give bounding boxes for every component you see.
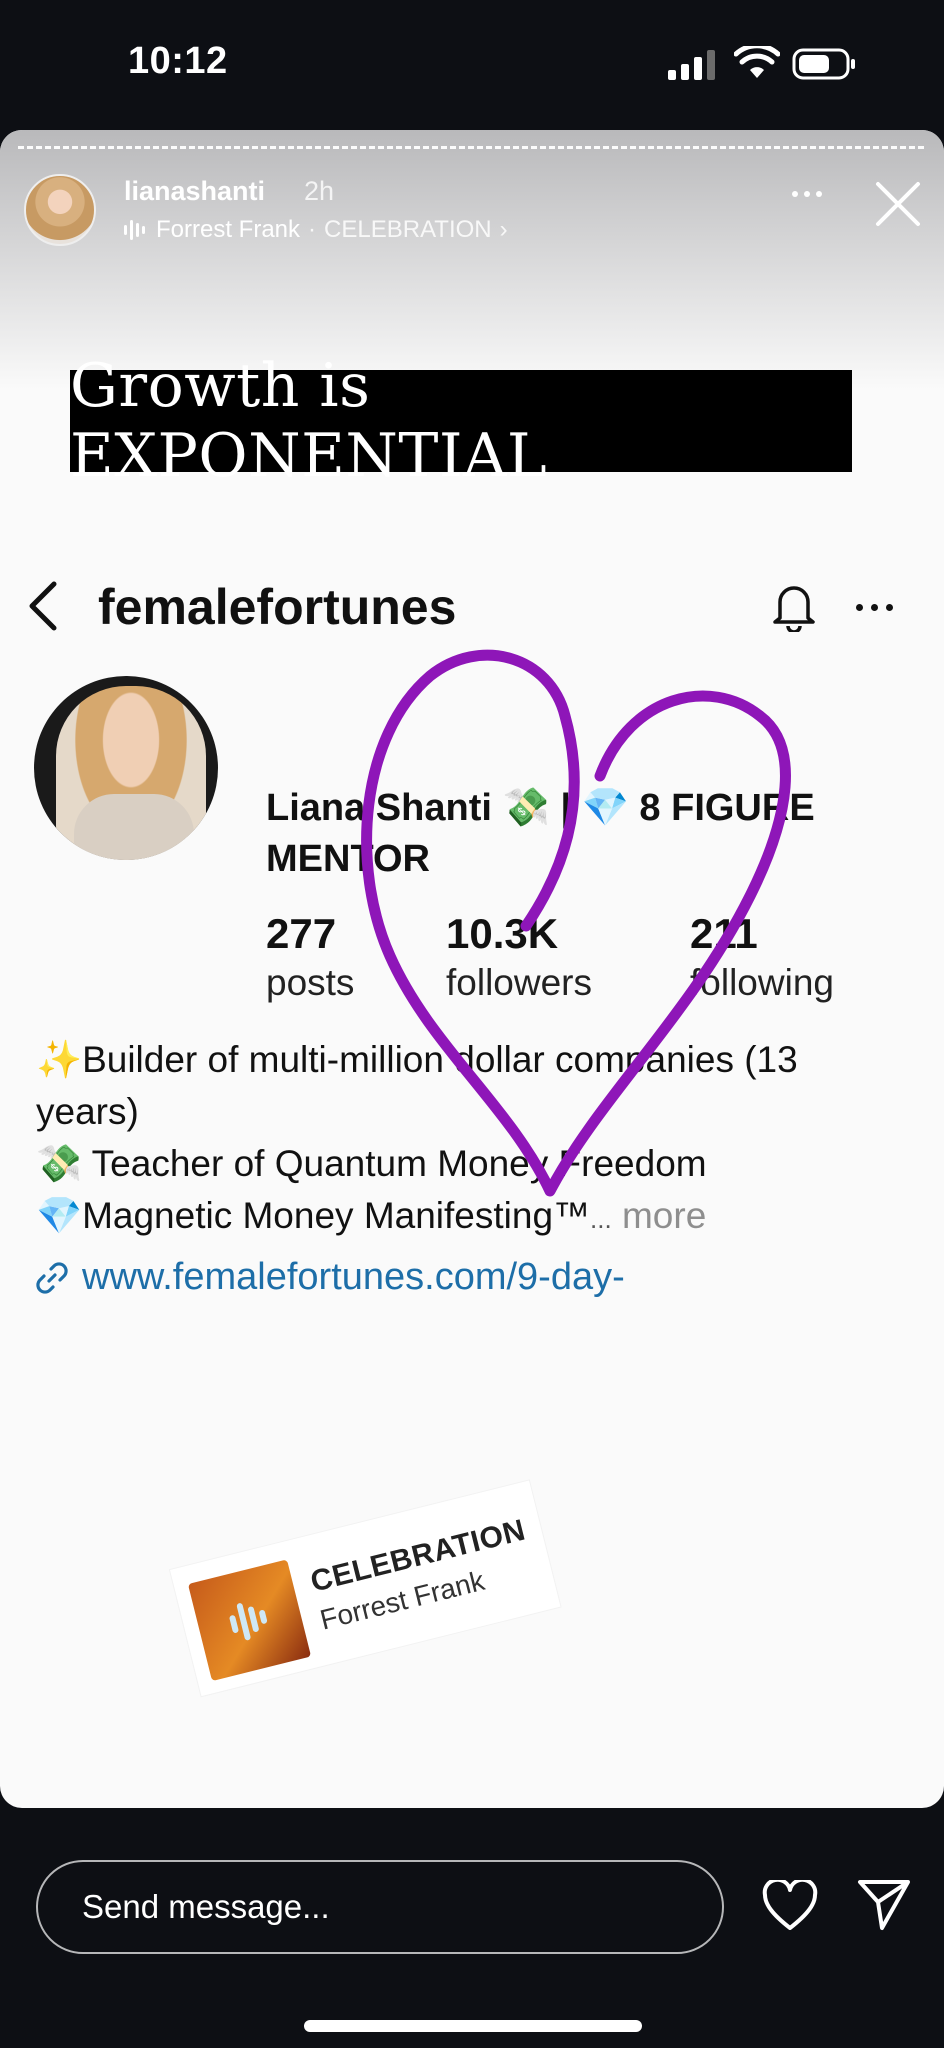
album-art — [187, 1559, 312, 1682]
send-icon[interactable] — [856, 1876, 912, 1932]
headline-text: Growth is EXPONENTIAL — [70, 351, 852, 491]
story-music-attribution[interactable]: Forrest Frank · CELEBRATION › — [124, 216, 508, 244]
story-header: lianashanti 2h Forrest Frank · CELEBRATI… — [0, 166, 944, 256]
home-indicator — [304, 2020, 642, 2032]
profile-handle: femalefortunes — [98, 579, 457, 635]
status-time: 10:12 — [128, 40, 228, 82]
heart-drawing — [361, 649, 791, 1197]
chevron-left-icon — [29, 581, 57, 631]
waveform-icon — [229, 1603, 268, 1641]
profile-link-text: www.femalefortunes.com/9-day- — [82, 1256, 625, 1298]
battery-icon — [792, 48, 855, 80]
story-card[interactable]: lianashanti 2h Forrest Frank · CELEBRATI… — [0, 130, 944, 1808]
music-title: CELEBRATION — [324, 216, 492, 243]
cellular-signal-icon — [668, 50, 715, 80]
story-progress-bar — [18, 146, 924, 149]
music-separator: · — [308, 216, 317, 243]
heart-icon[interactable] — [762, 1880, 818, 1932]
chevron-right-icon: › — [499, 216, 508, 243]
status-bar: 10:12 — [0, 0, 944, 120]
profile-more-icon — [856, 604, 896, 614]
link-icon — [36, 1261, 68, 1294]
send-message-input[interactable] — [36, 1860, 724, 1954]
music-artist: Forrest Frank — [156, 216, 301, 243]
profile-avatar — [34, 676, 218, 860]
music-bars-icon — [124, 219, 148, 241]
music-sticker[interactable]: CELEBRATION Forrest Frank — [170, 1480, 561, 1697]
story-author-avatar[interactable] — [24, 174, 96, 246]
more-options-icon[interactable] — [792, 184, 832, 204]
story-timestamp: 2h — [304, 176, 335, 206]
wifi-icon — [734, 46, 780, 78]
bell-icon — [773, 586, 815, 632]
close-icon[interactable] — [874, 180, 922, 228]
story-author-username[interactable]: lianashanti — [124, 176, 265, 207]
profile-link: www.femalefortunes.com/9-day- — [34, 1256, 625, 1299]
